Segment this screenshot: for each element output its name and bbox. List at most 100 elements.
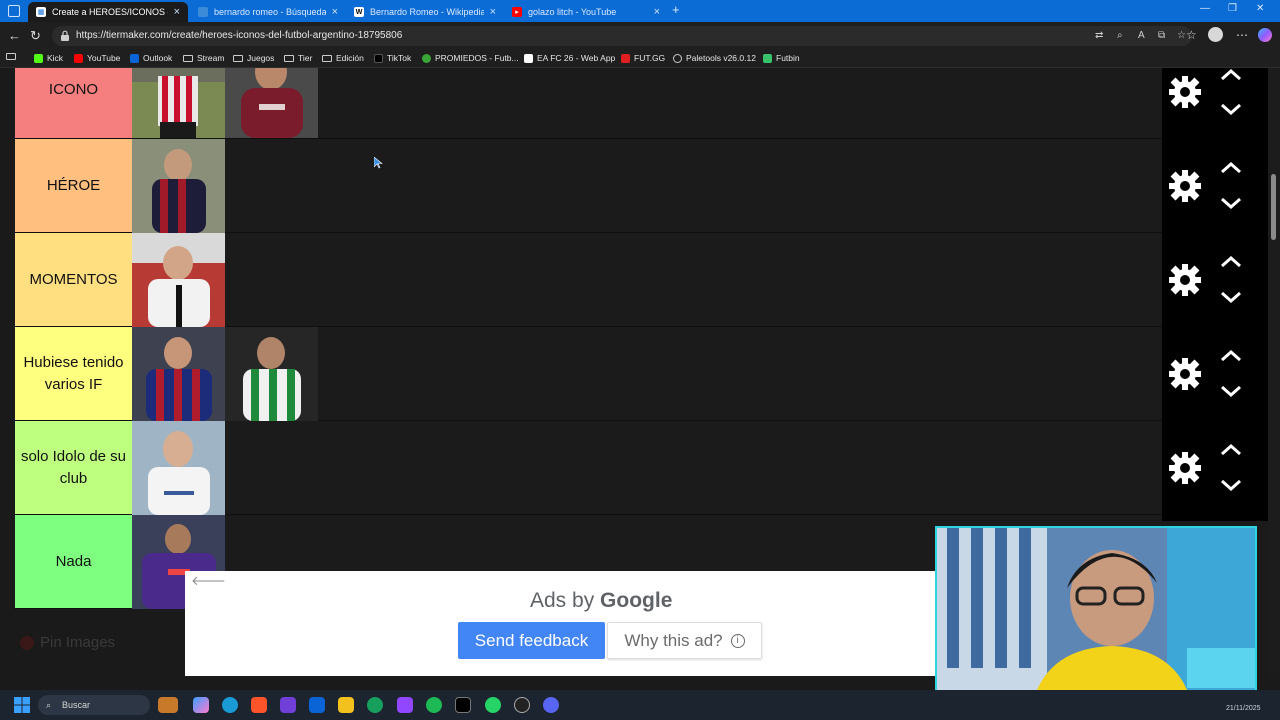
- pin-icon: [20, 635, 34, 650]
- windows-start-icon[interactable]: [14, 697, 30, 713]
- tier-label[interactable]: Hubiese tenido varios IF: [15, 327, 132, 420]
- chevron-down-icon[interactable]: [1219, 102, 1243, 116]
- bookmark-folder-tier[interactable]: Tier: [284, 53, 312, 63]
- tiktok-icon: [374, 53, 383, 63]
- capcut-icon[interactable]: [455, 697, 471, 713]
- player-card[interactable]: [132, 233, 225, 327]
- close-tab-icon[interactable]: ×: [490, 6, 496, 18]
- player-photo: [132, 68, 225, 138]
- copilot-taskbar-icon[interactable]: [193, 697, 209, 713]
- url-field[interactable]: https://tiermaker.com/create/heroes-icon…: [52, 26, 1192, 46]
- chevron-up-icon[interactable]: [1219, 255, 1243, 269]
- player-card[interactable]: [225, 68, 318, 138]
- whatsapp-icon[interactable]: [485, 697, 501, 713]
- chevron-down-icon[interactable]: [1219, 478, 1243, 492]
- bookmark-futbin[interactable]: Futbin: [763, 53, 800, 63]
- bookmark-paletools[interactable]: Paletools v26.0.12: [673, 53, 756, 63]
- twitch-icon[interactable]: [397, 697, 413, 713]
- bookmark-youtube[interactable]: YouTube: [74, 53, 120, 63]
- info-icon: i: [730, 633, 745, 648]
- why-this-ad-button[interactable]: Why this ad? i: [607, 622, 762, 659]
- bookmark-tiktok[interactable]: TikTok: [374, 53, 411, 63]
- close-tab-icon[interactable]: ×: [654, 6, 660, 18]
- tier-label[interactable]: Nada: [15, 515, 132, 608]
- tab-tiermaker[interactable]: ▦ Create a HEROES/ICONOS del FÚ ×: [28, 2, 188, 22]
- ad-back-arrow-icon[interactable]: 🡐: [191, 573, 226, 589]
- favorite-star-icon[interactable]: ☆: [1177, 30, 1186, 41]
- bookmark-folder-juegos[interactable]: Juegos: [233, 53, 274, 63]
- outlook-taskbar-icon[interactable]: [309, 697, 325, 713]
- file-explorer-icon[interactable]: [338, 697, 354, 713]
- player-photo: [132, 139, 225, 233]
- new-tab-button[interactable]: +: [672, 2, 680, 17]
- back-icon[interactable]: ←: [8, 28, 21, 43]
- discord-icon[interactable]: [543, 697, 559, 713]
- read-aloud-icon[interactable]: A: [1138, 30, 1145, 41]
- tier-row-heroe: HÉROE: [15, 139, 1162, 233]
- minimize-icon[interactable]: —: [1200, 3, 1210, 14]
- chevron-up-icon[interactable]: [1219, 161, 1243, 175]
- steam-icon[interactable]: [514, 697, 530, 713]
- spotify-icon[interactable]: [426, 697, 442, 713]
- edge-icon[interactable]: [222, 697, 238, 713]
- window-menu-icon[interactable]: [8, 5, 20, 17]
- search-icon: ⌕: [46, 700, 52, 710]
- app-icon[interactable]: [280, 697, 296, 713]
- chevron-down-icon[interactable]: [1219, 384, 1243, 398]
- chevron-up-icon[interactable]: [1219, 68, 1243, 82]
- site-info-icon[interactable]: [60, 30, 70, 41]
- translate-icon[interactable]: ⇄: [1095, 30, 1103, 41]
- player-photo: [225, 327, 318, 421]
- more-menu-icon[interactable]: ⋯: [1236, 28, 1248, 42]
- tier-label[interactable]: ICONO: [15, 68, 132, 138]
- copilot-icon[interactable]: [1258, 28, 1272, 42]
- favorites-icon[interactable]: ☆: [1186, 28, 1197, 42]
- send-feedback-button[interactable]: Send feedback: [458, 622, 605, 659]
- bookmark-folder-stream[interactable]: Stream: [183, 53, 224, 63]
- chevron-up-icon[interactable]: [1219, 443, 1243, 457]
- bookmark-ea-fc[interactable]: EA FC 26 - Web App: [524, 53, 615, 63]
- tier-label[interactable]: solo Idolo de su club: [15, 421, 132, 514]
- tier-label[interactable]: MOMENTOS: [15, 233, 132, 326]
- gear-icon[interactable]: [1168, 263, 1202, 297]
- page-scrollbar[interactable]: [1268, 68, 1280, 679]
- tab-bing[interactable]: bernardo romeo - Búsqueda ×: [190, 2, 346, 22]
- chevron-down-icon[interactable]: [1219, 290, 1243, 304]
- bookmark-outlook[interactable]: Outlook: [130, 53, 172, 63]
- gear-icon[interactable]: [1168, 357, 1202, 391]
- brave-icon[interactable]: [251, 697, 267, 713]
- player-card[interactable]: [225, 327, 318, 421]
- chrome-icon[interactable]: [367, 697, 383, 713]
- close-tab-icon[interactable]: ×: [332, 6, 338, 18]
- bookmarks-menu-icon[interactable]: [6, 53, 20, 60]
- zoom-icon[interactable]: ⌕: [1117, 30, 1123, 41]
- pin-images-toggle[interactable]: Pin Images: [20, 634, 115, 651]
- refresh-icon[interactable]: ↻: [30, 28, 41, 44]
- chevron-up-icon[interactable]: [1219, 349, 1243, 363]
- tab-youtube[interactable]: ▸ golazo litch - YouTube ×: [504, 2, 668, 22]
- player-photo: [225, 68, 318, 138]
- profile-avatar[interactable]: [1208, 27, 1223, 42]
- taskbar-search[interactable]: ⌕ Buscar: [38, 695, 150, 715]
- tab-wikipedia[interactable]: W Bernardo Romeo - Wikipedia, la e ×: [346, 2, 504, 22]
- bookmark-kick[interactable]: Kick: [34, 53, 63, 63]
- gear-icon[interactable]: [1168, 169, 1202, 203]
- player-card[interactable]: [132, 421, 225, 515]
- player-card[interactable]: [132, 68, 225, 138]
- player-card[interactable]: [132, 327, 225, 421]
- google-ad-overlay: 🡐 Ads by Google Send feedback Why this a…: [185, 571, 935, 676]
- close-tab-icon[interactable]: ×: [174, 6, 180, 18]
- restore-icon[interactable]: ❐: [1228, 3, 1237, 14]
- bookmark-promiedos[interactable]: PROMIEDOS - Futb...: [422, 53, 519, 63]
- bookmark-folder-edicion[interactable]: Edición: [322, 53, 364, 63]
- close-window-icon[interactable]: ✕: [1256, 3, 1264, 14]
- scrollbar-thumb[interactable]: [1271, 174, 1276, 240]
- extensions-icon[interactable]: ⧉: [1158, 30, 1165, 41]
- bookmark-futgg[interactable]: FUT.GG: [621, 53, 665, 63]
- player-card[interactable]: [132, 139, 225, 233]
- gear-icon[interactable]: [1168, 451, 1202, 485]
- gear-icon[interactable]: [1168, 75, 1202, 109]
- tier-label[interactable]: HÉROE: [15, 139, 132, 232]
- widgets-icon[interactable]: [158, 697, 178, 713]
- chevron-down-icon[interactable]: [1219, 196, 1243, 210]
